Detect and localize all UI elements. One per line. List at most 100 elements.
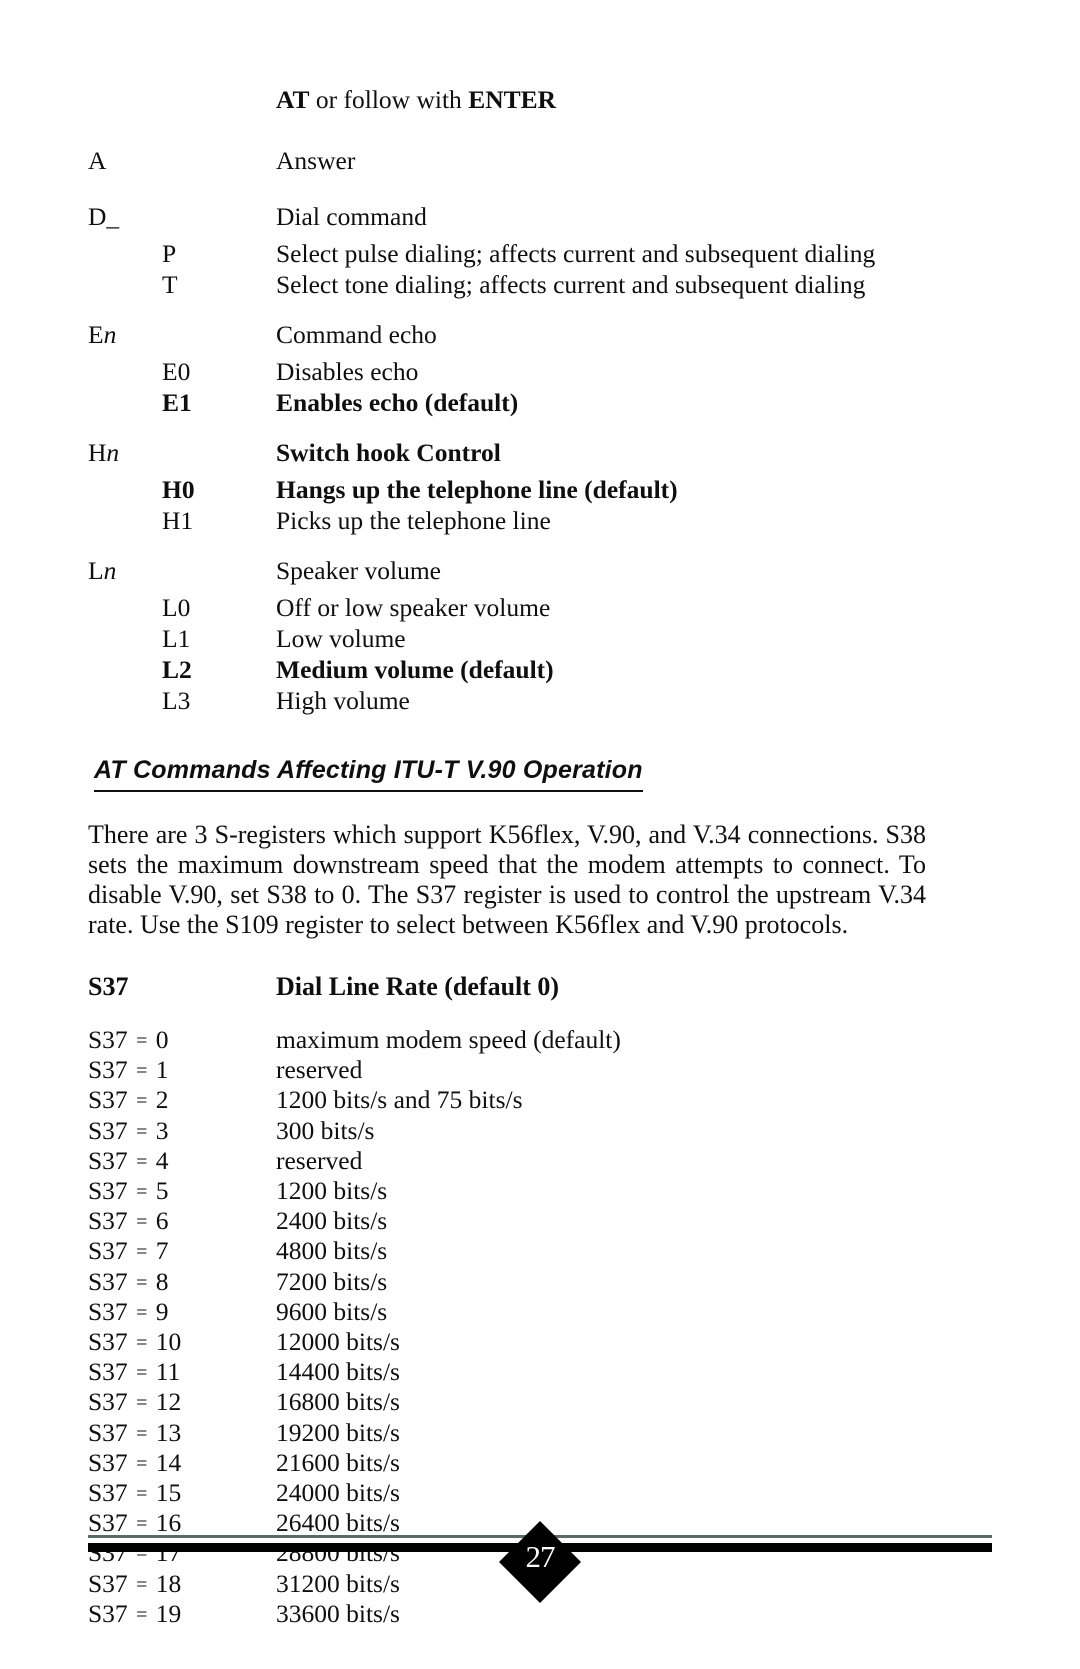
command-sub-row: P Select pulse dialing; affects current a… <box>88 238 992 269</box>
sreg-equals-sign: = <box>136 1332 148 1355</box>
sreg-register-name: S37 <box>88 1447 128 1477</box>
sreg-key: S37 = 2 <box>88 1086 276 1116</box>
sreg-description: 2400 bits/s <box>276 1206 388 1236</box>
sreg-key: S37 = 12 <box>88 1388 276 1418</box>
sreg-equals-sign: = <box>136 1422 148 1445</box>
section-heading-wrap: AT Commands Affecting ITU-T V.90 Operati… <box>88 716 992 792</box>
section-paragraph: There are 3 S-registers which support K5… <box>88 820 926 939</box>
command-sub-name: L0 <box>162 593 191 622</box>
sreg-value: 1 <box>155 1055 169 1085</box>
sreg-value: 6 <box>155 1206 169 1236</box>
command-row: Hn Switch hook Control <box>88 431 992 474</box>
sreg-register-name: S37 <box>88 1296 128 1326</box>
sreg-register-name: S37 <box>88 1266 128 1296</box>
sreg-row: S37 = 6 2400 bits/s <box>88 1207 992 1237</box>
sreg-description: 4800 bits/s <box>276 1236 388 1266</box>
command-sub-row: H1 Picks up the telephone line <box>88 505 992 536</box>
sreg-equals-sign: = <box>136 1150 148 1173</box>
sreg-register-name: S37 <box>88 1145 128 1175</box>
sreg-register-name: S37 <box>88 1025 128 1054</box>
sreg-description: 14400 bits/s <box>276 1357 400 1387</box>
command-name: Hn <box>88 438 120 467</box>
sreg-equals-sign: = <box>136 1513 148 1536</box>
command-sub-row: T Select tone dialing; affects current an… <box>88 269 992 300</box>
sreg-key: S37 = 13 <box>88 1419 276 1449</box>
sreg-equals-sign: = <box>136 1362 148 1385</box>
sreg-value: 11 <box>155 1357 181 1387</box>
sreg-row: S37 = 3 300 bits/s <box>88 1116 992 1147</box>
sreg-description: 1200 bits/s and 75 bits/s <box>276 1085 523 1115</box>
command-group: D_ Dial command P Select pulse dialing; aff… <box>88 195 992 300</box>
sreg-register-name: S37 <box>88 1417 128 1447</box>
sreg-row: S37 = 15 24000 bits/s <box>88 1479 992 1509</box>
page-footer: 27 <box>88 1520 992 1604</box>
sreg-row: S37 = 2 1200 bits/s and 75 bits/s <box>88 1086 992 1116</box>
sreg-key: S37 = 11 <box>88 1358 276 1388</box>
sreg-key: S37 = 9 <box>88 1298 276 1328</box>
sreg-row: S37 = 0 maximum modem speed (default) <box>88 1026 992 1056</box>
sreg-row: S37 = 14 21600 bits/s <box>88 1449 992 1479</box>
sreg-row: S37 = 10 12000 bits/s <box>88 1328 992 1358</box>
sreg-row: S37 = 9 9600 bits/s <box>88 1298 992 1328</box>
sreg-register-name: S37 <box>88 1357 128 1387</box>
sreg-title-value: Dial Line Rate (default 0) <box>276 972 560 1001</box>
command-variable-suffix: n <box>103 556 117 585</box>
sreg-value: 13 <box>155 1417 182 1447</box>
command-list: A Answer D_ Dial command P Select pulse diali… <box>88 139 992 716</box>
page-number: 27 <box>525 1539 556 1574</box>
sreg-equals-sign: = <box>136 1030 148 1052</box>
sreg-value: 8 <box>155 1266 169 1296</box>
sreg-register-name: S37 <box>88 1478 128 1508</box>
command-sub-description: Select tone dialing; affects current and… <box>276 270 866 299</box>
command-description: Dial command <box>276 202 427 231</box>
sreg-row: S37 = 13 19200 bits/s <box>88 1417 992 1449</box>
sreg-description: 12000 bits/s <box>276 1327 400 1357</box>
section-heading: AT Commands Affecting ITU-T V.90 Operati… <box>94 756 643 792</box>
sreg-equals-sign: = <box>136 1392 148 1415</box>
sreg-value: 7 <box>155 1236 169 1266</box>
sreg-value: 5 <box>155 1176 169 1206</box>
command-sub-row: E1 Enables echo (default) <box>88 387 992 418</box>
command-group: A Answer <box>88 139 992 182</box>
sreg-description: 24000 bits/s <box>276 1478 400 1508</box>
command-sub-description: Enables echo (default) <box>276 388 519 417</box>
sreg-description: 1200 bits/s <box>276 1176 388 1206</box>
sreg-row: S37 = 1 reserved <box>88 1056 992 1086</box>
command-sub-description: High volume <box>276 686 410 715</box>
sreg-equals-sign: = <box>136 1060 148 1083</box>
sreg-equals-sign: = <box>136 1090 148 1113</box>
sreg-value: 12 <box>155 1387 182 1417</box>
sreg-equals-sign: = <box>136 1241 148 1264</box>
command-row: D_ Dial command <box>88 195 992 238</box>
command-row: A Answer <box>88 139 992 182</box>
sreg-value: 10 <box>155 1327 182 1357</box>
sreg-title-row: S37 Dial Line Rate (default 0) <box>88 972 992 1002</box>
command-sub-row: L2 Medium volume (default) <box>88 654 992 685</box>
sreg-description: reserved <box>276 1055 363 1085</box>
sreg-key: S37 = 1 <box>88 1056 276 1086</box>
sreg-row: S37 = 8 7200 bits/s <box>88 1266 992 1298</box>
sreg-register-name: S37 <box>88 1236 128 1266</box>
sreg-key: S37 = 3 <box>88 1117 276 1147</box>
command-group: Hn Switch hook Control H0 Hangs up the tele… <box>88 431 992 536</box>
command-variable-suffix: n <box>103 320 117 349</box>
command-group: Ln Speaker volume L0 Off or low speaker vol… <box>88 549 992 716</box>
command-group: En Command echo E0 Disables echo E1 Enables e… <box>88 313 992 418</box>
sreg-register-name: S37 <box>88 1115 128 1145</box>
sreg-description: 7200 bits/s <box>276 1266 388 1296</box>
command-sub-row: L3 High volume <box>88 685 992 716</box>
sreg-description: 19200 bits/s <box>276 1417 400 1447</box>
command-sub-description: Off or low speaker volume <box>276 593 551 622</box>
sreg-equals-sign: = <box>136 1181 148 1204</box>
sreg-key: S37 = 8 <box>88 1268 276 1298</box>
sreg-key: S37 = 0 <box>88 1026 276 1056</box>
command-variable-suffix: n <box>106 438 120 467</box>
sreg-register-name: S37 <box>88 1055 128 1085</box>
command-row: Ln Speaker volume <box>88 549 992 592</box>
sreg-equals-sign: = <box>136 1120 148 1143</box>
sreg-value: 16 <box>155 1508 182 1538</box>
sreg-key: S37 = 10 <box>88 1328 276 1358</box>
sreg-row: S37 = 12 16800 bits/s <box>88 1388 992 1418</box>
sreg-value: 2 <box>155 1085 169 1115</box>
sreg-key: S37 = 5 <box>88 1177 276 1207</box>
